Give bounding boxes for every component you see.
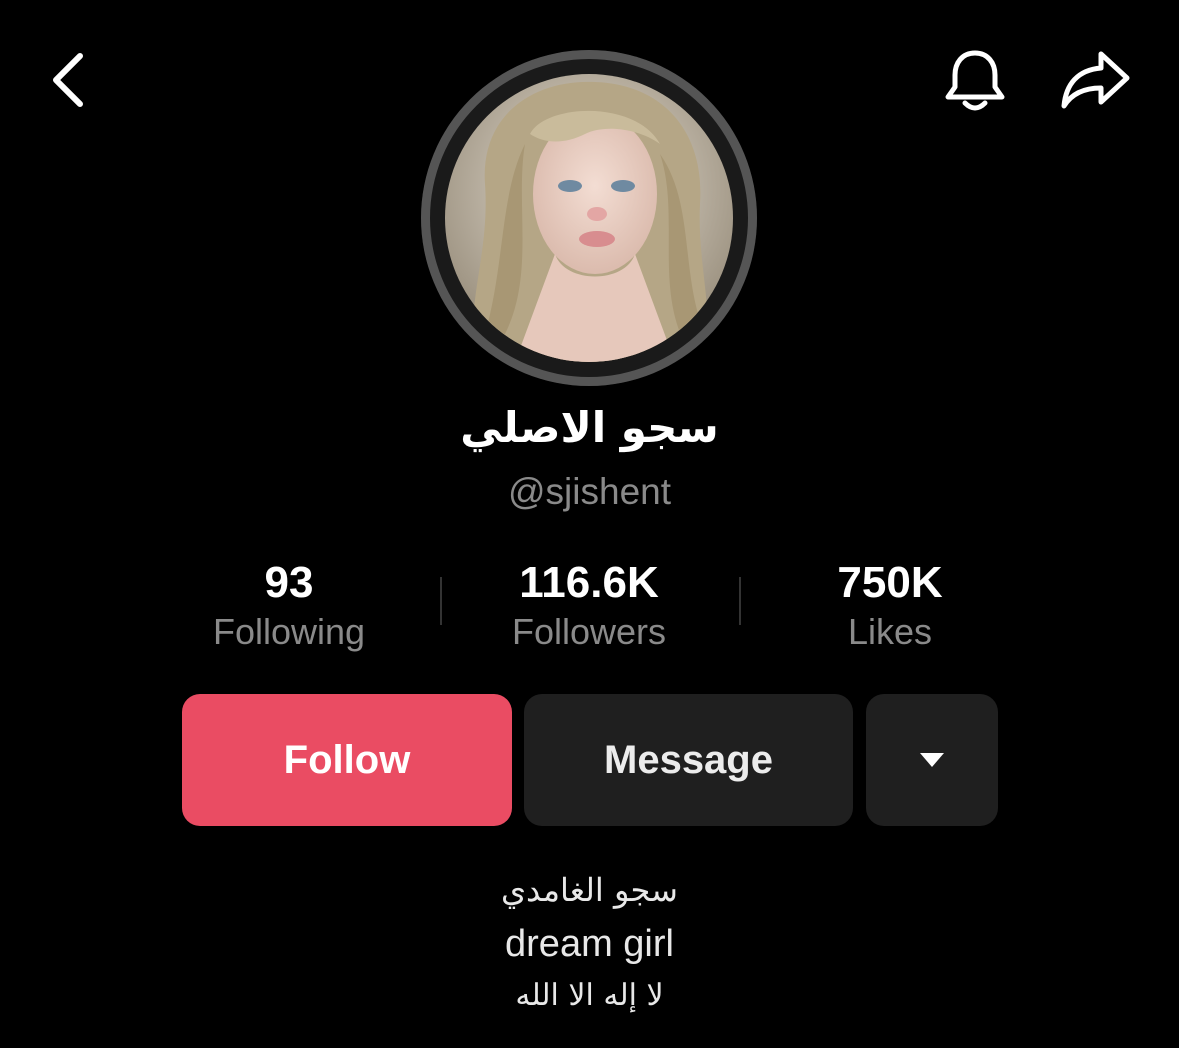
stat-following[interactable]: 93 Following — [139, 556, 439, 654]
bio-line: dream girl — [505, 923, 674, 965]
profile-photo — [445, 74, 733, 362]
stat-followers-label: Followers — [511, 611, 667, 652]
stat-followers[interactable]: 116.6K Followers — [439, 556, 739, 654]
bio-line: سجو الغامدي — [501, 871, 678, 909]
stat-likes-value: 750K — [837, 558, 943, 607]
back-button[interactable] — [30, 40, 110, 120]
stat-likes-label: Likes — [847, 611, 933, 652]
stat-following-value: 93 — [264, 558, 314, 607]
stat-likes[interactable]: 750K Likes — [740, 556, 1040, 654]
caret-down-icon — [920, 753, 944, 767]
stat-followers-value: 116.6K — [519, 558, 659, 607]
stat-following-label: Following — [212, 611, 366, 652]
bell-icon — [945, 50, 1005, 111]
bio-line: لا إله الا الله — [515, 978, 664, 1013]
share-button[interactable] — [1053, 40, 1137, 120]
chevron-left-icon — [53, 53, 83, 107]
username-handle: @sjishent — [507, 471, 671, 512]
avatar-ring[interactable] — [421, 50, 757, 386]
avatar[interactable] — [445, 74, 733, 362]
message-button[interactable]: Message — [524, 694, 853, 826]
notification-bell-button[interactable] — [935, 40, 1015, 120]
more-options-button[interactable] — [866, 694, 998, 826]
follow-button[interactable]: Follow — [182, 694, 512, 826]
share-arrow-icon — [1061, 51, 1130, 109]
display-name: سجو الاصلي — [460, 403, 719, 452]
